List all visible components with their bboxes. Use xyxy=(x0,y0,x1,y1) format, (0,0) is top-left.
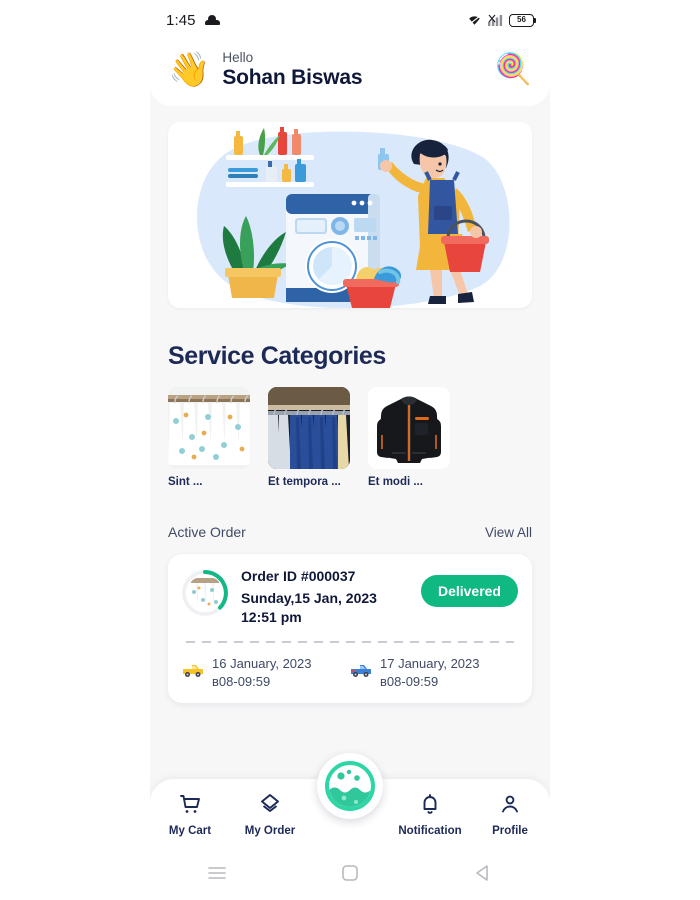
nav-item-notification[interactable]: Notification xyxy=(390,788,470,837)
order-id: Order ID #000037 xyxy=(241,568,356,584)
app-header: 👋 Hello Sohan Biswas 🍭 xyxy=(150,40,550,106)
greeting-block: Hello Sohan Biswas xyxy=(222,50,482,90)
pickup-truck-icon xyxy=(182,664,204,681)
service-categories-list: Sint ... Et tempora ... Et modi ... xyxy=(168,387,532,488)
user-name: Sohan Biswas xyxy=(222,66,363,89)
order-info: Order ID #000037 Sunday,15 Jan, 2023 12:… xyxy=(241,568,408,627)
pickup-time: ʙ08-09:59 xyxy=(212,673,271,689)
bottom-nav-wrapper: My Cart My Order Notification Profile xyxy=(150,753,550,845)
home-square-icon[interactable] xyxy=(329,858,371,888)
delivery-date: 17 January, 2023 xyxy=(380,655,480,671)
delivery-truck-icon xyxy=(350,664,372,681)
status-bar: 1:45 56 xyxy=(150,0,550,40)
category-label: Sint ... xyxy=(168,476,203,488)
greeting-hello: Hello xyxy=(222,50,254,65)
order-card-bottom: 16 January, 2023 ʙ08-09:59 17 January, 2… xyxy=(182,655,518,691)
nav-item-my-cart[interactable]: My Cart xyxy=(150,788,230,837)
delivery-leg: 17 January, 2023 ʙ08-09:59 xyxy=(350,655,518,691)
battery-level: 56 xyxy=(517,15,526,24)
waving-hand-emoji: 👋 xyxy=(168,51,211,89)
signal-bars-icon xyxy=(488,14,503,26)
pickup-leg: 16 January, 2023 ʙ08-09:59 xyxy=(182,655,350,691)
layers-diamond-icon xyxy=(258,792,282,821)
category-image-black-jacket xyxy=(368,387,450,469)
status-time: 1:45 xyxy=(166,11,196,29)
person-icon xyxy=(498,792,522,821)
laundry-illustration xyxy=(197,127,510,308)
washing-bubbles-icon xyxy=(325,761,375,811)
nav-label: My Order xyxy=(244,824,296,837)
order-progress-ring-icon xyxy=(182,570,228,616)
order-card[interactable]: Order ID #000037 Sunday,15 Jan, 2023 12:… xyxy=(168,554,532,704)
nav-label: My Cart xyxy=(168,824,212,837)
category-card[interactable]: Sint ... xyxy=(168,387,250,488)
nav-item-profile[interactable]: Profile xyxy=(470,788,550,837)
shopping-cart-icon xyxy=(178,792,202,821)
delivery-info: 17 January, 2023 ʙ08-09:59 xyxy=(380,655,480,691)
view-all-link[interactable]: View All xyxy=(485,525,532,540)
active-order-header: Active Order View All xyxy=(168,524,532,540)
service-categories-title: Service Categories xyxy=(168,342,386,370)
category-image-clothes-rack xyxy=(168,387,250,469)
pickup-date: 16 January, 2023 xyxy=(212,655,312,671)
hero-banner[interactable] xyxy=(168,122,532,308)
back-triangle-icon[interactable] xyxy=(462,858,504,888)
phone-screen: 1:45 56 👋 Hello Sohan Biswas 🍭 Service C… xyxy=(150,0,550,900)
category-label: Et tempora ... xyxy=(268,476,341,488)
nav-label: Notification xyxy=(398,824,462,837)
bell-icon xyxy=(418,792,442,821)
android-nav-bar xyxy=(150,845,550,900)
wifi-icon xyxy=(467,14,482,26)
card-divider xyxy=(186,640,514,643)
active-order-title: Active Order xyxy=(168,524,246,540)
hamburger-menu-icon[interactable] xyxy=(196,858,238,888)
status-bar-right: 56 xyxy=(467,13,537,27)
wash-action-button[interactable] xyxy=(317,753,383,819)
order-time: 12:51 pm xyxy=(241,608,302,625)
category-card[interactable]: Et tempora ... xyxy=(268,387,350,488)
status-badge: Delivered xyxy=(420,575,518,607)
order-date: Sunday,15 Jan, 2023 xyxy=(241,590,377,606)
nav-label: Profile xyxy=(492,824,528,837)
pickup-info: 16 January, 2023 ʙ08-09:59 xyxy=(212,655,312,691)
delivery-time: ʙ08-09:59 xyxy=(380,673,439,689)
cloud-icon xyxy=(204,14,220,25)
category-label: Et modi ... xyxy=(368,476,423,488)
lollipop-emoji[interactable]: 🍭 xyxy=(495,55,532,85)
battery-indicator: 56 xyxy=(509,13,537,27)
category-card[interactable]: Et modi ... xyxy=(368,387,450,488)
order-card-top: Order ID #000037 Sunday,15 Jan, 2023 12:… xyxy=(182,568,518,627)
nav-item-my-order[interactable]: My Order xyxy=(230,788,310,837)
status-bar-left: 1:45 xyxy=(166,12,220,29)
category-image-blue-suits xyxy=(268,387,350,469)
order-thumbnail xyxy=(182,570,228,616)
